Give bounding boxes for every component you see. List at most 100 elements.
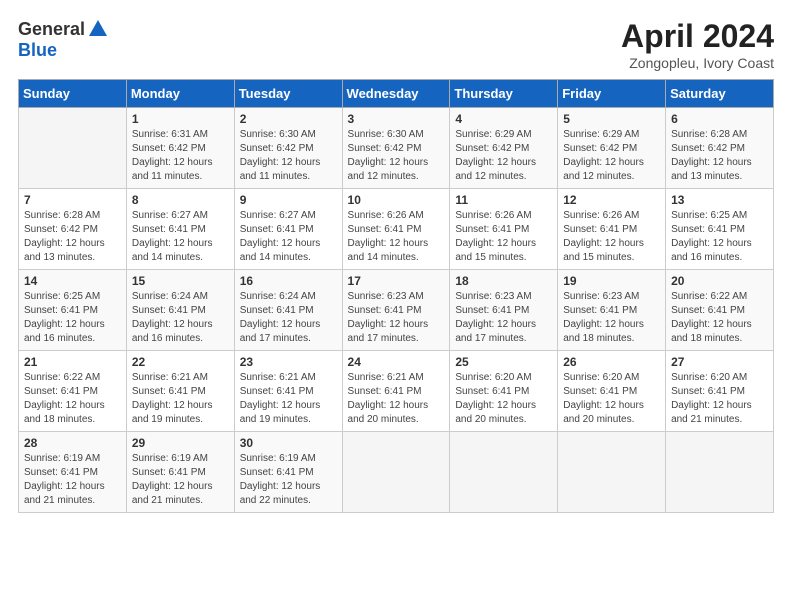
calendar-day-cell: 25 Sunrise: 6:20 AMSunset: 6:41 PMDayligh… bbox=[450, 351, 558, 432]
calendar-day-cell: 12 Sunrise: 6:26 AMSunset: 6:41 PMDayligh… bbox=[558, 189, 666, 270]
calendar-day-cell: 13 Sunrise: 6:25 AMSunset: 6:41 PMDayligh… bbox=[666, 189, 774, 270]
day-number: 14 bbox=[24, 274, 121, 288]
day-number: 1 bbox=[132, 112, 229, 126]
day-number: 16 bbox=[240, 274, 337, 288]
calendar-day-cell: 11 Sunrise: 6:26 AMSunset: 6:41 PMDayligh… bbox=[450, 189, 558, 270]
calendar-day-cell: 2Sunrise: 6:30 AMSunset: 6:42 PMDaylight… bbox=[234, 108, 342, 189]
month-title: April 2024 bbox=[621, 18, 774, 55]
calendar-day-cell: 10Sunrise: 6:26 AMSunset: 6:41 PMDayligh… bbox=[342, 189, 450, 270]
day-number: 11 bbox=[455, 193, 552, 207]
day-number: 23 bbox=[240, 355, 337, 369]
day-info: Sunrise: 6:24 AMSunset: 6:41 PMDaylight:… bbox=[240, 291, 321, 344]
calendar-day-cell: 20 Sunrise: 6:22 AMSunset: 6:41 PMDayligh… bbox=[666, 270, 774, 351]
calendar-day-cell: 26 Sunrise: 6:20 AMSunset: 6:41 PMDayligh… bbox=[558, 351, 666, 432]
calendar-day-cell: 30Sunrise: 6:19 AMSunset: 6:41 PMDayligh… bbox=[234, 432, 342, 513]
calendar-day-cell: 28 Sunrise: 6:19 AMSunset: 6:41 PMDayligh… bbox=[19, 432, 127, 513]
day-number: 28 bbox=[24, 436, 121, 450]
day-info: Sunrise: 6:22 AMSunset: 6:41 PMDaylight:… bbox=[671, 291, 752, 344]
calendar-day-cell: 4 Sunrise: 6:29 AMSunset: 6:42 PMDaylight… bbox=[450, 108, 558, 189]
day-info: Sunrise: 6:28 AMSunset: 6:42 PMDaylight:… bbox=[24, 210, 105, 263]
calendar-week-row: 14 Sunrise: 6:25 AMSunset: 6:41 PMDayligh… bbox=[19, 270, 774, 351]
calendar-day-cell: 3Sunrise: 6:30 AMSunset: 6:42 PMDaylight… bbox=[342, 108, 450, 189]
day-of-week-header: Tuesday bbox=[234, 80, 342, 108]
calendar-table: SundayMondayTuesdayWednesdayThursdayFrid… bbox=[18, 79, 774, 513]
day-number: 27 bbox=[671, 355, 768, 369]
calendar-day-cell: 18 Sunrise: 6:23 AMSunset: 6:41 PMDayligh… bbox=[450, 270, 558, 351]
day-of-week-header: Wednesday bbox=[342, 80, 450, 108]
day-number: 15 bbox=[132, 274, 229, 288]
calendar-header-row: SundayMondayTuesdayWednesdayThursdayFrid… bbox=[19, 80, 774, 108]
calendar-day-cell: 21 Sunrise: 6:22 AMSunset: 6:41 PMDayligh… bbox=[19, 351, 127, 432]
calendar-day-cell bbox=[450, 432, 558, 513]
calendar-week-row: 1 Sunrise: 6:31 AMSunset: 6:42 PMDaylight… bbox=[19, 108, 774, 189]
day-number: 25 bbox=[455, 355, 552, 369]
day-info: Sunrise: 6:22 AMSunset: 6:41 PMDaylight:… bbox=[24, 372, 105, 425]
calendar-day-cell: 27Sunrise: 6:20 AMSunset: 6:41 PMDayligh… bbox=[666, 351, 774, 432]
day-number: 20 bbox=[671, 274, 768, 288]
day-info: Sunrise: 6:27 AMSunset: 6:41 PMDaylight:… bbox=[132, 210, 213, 263]
day-info: Sunrise: 6:19 AMSunset: 6:41 PMDaylight:… bbox=[24, 453, 105, 506]
calendar-week-row: 21 Sunrise: 6:22 AMSunset: 6:41 PMDayligh… bbox=[19, 351, 774, 432]
day-number: 6 bbox=[671, 112, 768, 126]
calendar-day-cell: 17 Sunrise: 6:23 AMSunset: 6:41 PMDayligh… bbox=[342, 270, 450, 351]
day-number: 4 bbox=[455, 112, 552, 126]
day-info: Sunrise: 6:25 AMSunset: 6:41 PMDaylight:… bbox=[24, 291, 105, 344]
day-number: 13 bbox=[671, 193, 768, 207]
day-info: Sunrise: 6:20 AMSunset: 6:41 PMDaylight:… bbox=[563, 372, 644, 425]
day-of-week-header: Saturday bbox=[666, 80, 774, 108]
day-info: Sunrise: 6:25 AMSunset: 6:41 PMDaylight:… bbox=[671, 210, 752, 263]
calendar-day-cell: 16 Sunrise: 6:24 AMSunset: 6:41 PMDayligh… bbox=[234, 270, 342, 351]
calendar-day-cell: 14 Sunrise: 6:25 AMSunset: 6:41 PMDayligh… bbox=[19, 270, 127, 351]
day-number: 29 bbox=[132, 436, 229, 450]
day-number: 9 bbox=[240, 193, 337, 207]
logo-blue-text: Blue bbox=[18, 40, 57, 61]
day-number: 5 bbox=[563, 112, 660, 126]
day-number: 22 bbox=[132, 355, 229, 369]
day-number: 17 bbox=[348, 274, 445, 288]
day-info: Sunrise: 6:23 AMSunset: 6:41 PMDaylight:… bbox=[348, 291, 429, 344]
day-info: Sunrise: 6:19 AMSunset: 6:41 PMDaylight:… bbox=[240, 453, 321, 506]
day-info: Sunrise: 6:23 AMSunset: 6:41 PMDaylight:… bbox=[563, 291, 644, 344]
day-info: Sunrise: 6:24 AMSunset: 6:41 PMDaylight:… bbox=[132, 291, 213, 344]
location-subtitle: Zongopleu, Ivory Coast bbox=[621, 55, 774, 71]
day-info: Sunrise: 6:31 AMSunset: 6:42 PMDaylight:… bbox=[132, 129, 213, 182]
day-info: Sunrise: 6:26 AMSunset: 6:41 PMDaylight:… bbox=[348, 210, 429, 263]
day-info: Sunrise: 6:28 AMSunset: 6:42 PMDaylight:… bbox=[671, 129, 752, 182]
day-number: 3 bbox=[348, 112, 445, 126]
calendar-day-cell: 7 Sunrise: 6:28 AMSunset: 6:42 PMDaylight… bbox=[19, 189, 127, 270]
day-of-week-header: Monday bbox=[126, 80, 234, 108]
day-info: Sunrise: 6:26 AMSunset: 6:41 PMDaylight:… bbox=[455, 210, 536, 263]
calendar-day-cell: 23 Sunrise: 6:21 AMSunset: 6:41 PMDayligh… bbox=[234, 351, 342, 432]
day-info: Sunrise: 6:26 AMSunset: 6:41 PMDaylight:… bbox=[563, 210, 644, 263]
day-info: Sunrise: 6:29 AMSunset: 6:42 PMDaylight:… bbox=[455, 129, 536, 182]
day-number: 19 bbox=[563, 274, 660, 288]
day-number: 18 bbox=[455, 274, 552, 288]
day-number: 7 bbox=[24, 193, 121, 207]
day-number: 21 bbox=[24, 355, 121, 369]
calendar-day-cell: 15 Sunrise: 6:24 AMSunset: 6:41 PMDayligh… bbox=[126, 270, 234, 351]
title-block: April 2024 Zongopleu, Ivory Coast bbox=[621, 18, 774, 71]
calendar-day-cell: 29Sunrise: 6:19 AMSunset: 6:41 PMDayligh… bbox=[126, 432, 234, 513]
day-number: 8 bbox=[132, 193, 229, 207]
day-number: 12 bbox=[563, 193, 660, 207]
calendar-day-cell bbox=[19, 108, 127, 189]
day-number: 24 bbox=[348, 355, 445, 369]
day-info: Sunrise: 6:21 AMSunset: 6:41 PMDaylight:… bbox=[240, 372, 321, 425]
calendar-week-row: 28 Sunrise: 6:19 AMSunset: 6:41 PMDayligh… bbox=[19, 432, 774, 513]
day-info: Sunrise: 6:30 AMSunset: 6:42 PMDaylight:… bbox=[240, 129, 321, 182]
day-number: 26 bbox=[563, 355, 660, 369]
day-info: Sunrise: 6:29 AMSunset: 6:42 PMDaylight:… bbox=[563, 129, 644, 182]
day-info: Sunrise: 6:23 AMSunset: 6:41 PMDaylight:… bbox=[455, 291, 536, 344]
day-info: Sunrise: 6:21 AMSunset: 6:41 PMDaylight:… bbox=[132, 372, 213, 425]
calendar-week-row: 7 Sunrise: 6:28 AMSunset: 6:42 PMDaylight… bbox=[19, 189, 774, 270]
page-header: General Blue April 2024 Zongopleu, Ivory… bbox=[18, 18, 774, 71]
calendar-day-cell bbox=[666, 432, 774, 513]
day-info: Sunrise: 6:20 AMSunset: 6:41 PMDaylight:… bbox=[455, 372, 536, 425]
logo-icon bbox=[87, 18, 109, 40]
day-info: Sunrise: 6:27 AMSunset: 6:41 PMDaylight:… bbox=[240, 210, 321, 263]
calendar-day-cell: 1 Sunrise: 6:31 AMSunset: 6:42 PMDaylight… bbox=[126, 108, 234, 189]
logo: General Blue bbox=[18, 18, 109, 61]
calendar-day-cell: 24Sunrise: 6:21 AMSunset: 6:41 PMDayligh… bbox=[342, 351, 450, 432]
logo-general-text: General bbox=[18, 19, 85, 40]
day-of-week-header: Thursday bbox=[450, 80, 558, 108]
